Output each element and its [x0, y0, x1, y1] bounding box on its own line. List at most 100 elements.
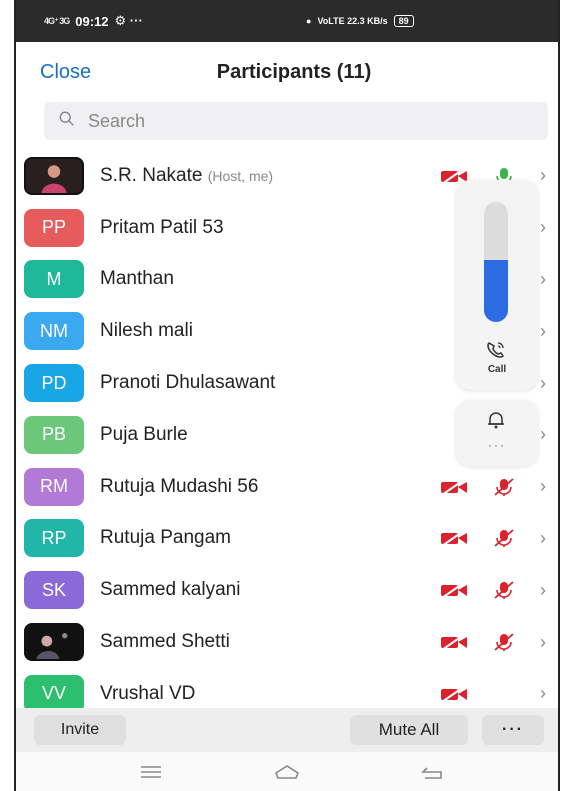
participant-name: Rutuja Pangam	[100, 527, 231, 549]
participant-status-icons: ›	[440, 528, 550, 549]
chevron-right-icon[interactable]: ›	[540, 373, 550, 394]
avatar: PB	[24, 415, 84, 454]
video-off-icon	[440, 477, 468, 496]
back-icon[interactable]	[420, 762, 446, 782]
chevron-right-icon[interactable]: ›	[540, 424, 550, 445]
participant-name-text: Pritam Patil 53	[100, 216, 224, 238]
avatar: RM	[24, 467, 84, 506]
bottom-toolbar: Invite Mute All ···	[16, 708, 558, 752]
avatar: RP	[24, 519, 84, 558]
video-off-icon	[440, 529, 468, 548]
chevron-right-icon[interactable]: ›	[540, 217, 550, 238]
participant-name-text: Vrushal VD	[100, 682, 196, 704]
mic-off-icon	[490, 633, 518, 652]
chevron-right-icon[interactable]: ›	[540, 269, 550, 290]
chevron-right-icon[interactable]: ›	[540, 683, 550, 704]
participant-name: Nilesh mali	[100, 320, 193, 342]
participant-name-text: Puja Burle	[100, 423, 188, 445]
bell-icon[interactable]	[486, 410, 506, 430]
video-off-icon	[440, 633, 468, 651]
avatar	[24, 156, 84, 195]
notification-panel: ···	[456, 400, 538, 466]
participant-status-icons: ›	[440, 683, 550, 704]
avatar: PP	[24, 208, 84, 247]
participant-name-text: Rutuja Mudashi 56	[100, 475, 259, 497]
page-title: Participants (11)	[216, 60, 372, 83]
participant-name-text: S.R. Nakate	[100, 164, 203, 186]
mic-off-icon	[490, 581, 518, 600]
close-button[interactable]: Close	[40, 61, 91, 84]
search-input[interactable]: Search	[44, 102, 548, 140]
participant-status-icons: ›	[540, 424, 550, 445]
system-nav-bar	[16, 752, 558, 791]
participant-status-icons: ›	[440, 476, 550, 497]
participant-name: Sammed Shetti	[100, 631, 230, 653]
participant-row[interactable]: RP Rutuja Pangam ›	[16, 513, 558, 565]
chevron-right-icon[interactable]: ›	[540, 165, 550, 186]
volume-slider[interactable]	[484, 202, 508, 322]
status-left: 4G⁺ 3G 09:12 ⚙ ···	[44, 13, 143, 29]
chevron-right-icon[interactable]: ›	[540, 321, 550, 342]
participant-name: Sammed kalyani	[100, 579, 240, 601]
panel-more-icon[interactable]: ···	[456, 438, 538, 452]
participant-name: Manthan	[100, 268, 174, 290]
participant-name-text: Sammed kalyani	[100, 579, 241, 601]
participant-status-icons: ›	[540, 373, 550, 394]
search-icon	[58, 110, 76, 133]
participant-row[interactable]: Sammed Shetti ›	[16, 616, 558, 668]
participant-name-text: Nilesh mali	[100, 320, 193, 342]
participant-name-text: Manthan	[100, 268, 174, 290]
search-placeholder: Search	[88, 110, 146, 131]
participant-name-text: Rutuja Pangam	[100, 527, 231, 549]
mute-all-button[interactable]: Mute All	[350, 715, 468, 745]
status-extra: ⚙ ···	[114, 13, 143, 28]
participant-name: Rutuja Mudashi 56	[100, 476, 258, 498]
network-speed: VoLTE 22.3 KB/s	[317, 16, 388, 26]
more-options-button[interactable]: ···	[482, 715, 544, 745]
avatar: SK	[24, 571, 84, 610]
app-frame: 4G⁺ 3G 09:12 ⚙ ··· ● VoLTE 22.3 KB/s 89 …	[14, 0, 560, 791]
participant-status-icons: ›	[540, 321, 550, 342]
participant-name-text: Pranoti Dhulasawant	[100, 372, 276, 394]
participant-name: S.R. Nakate (Host, me)	[100, 165, 273, 187]
chevron-right-icon[interactable]: ›	[540, 580, 550, 601]
mic-off-icon	[490, 477, 518, 496]
video-off-icon	[440, 685, 468, 703]
mic-off-icon	[490, 529, 518, 548]
call-label: Call	[487, 364, 507, 375]
participant-row[interactable]: SK Sammed kalyani ›	[16, 564, 558, 616]
participant-status-icons: ›	[440, 632, 550, 653]
audio-controls-panel: Call	[456, 180, 538, 390]
avatar: PD	[24, 364, 84, 403]
participant-status-icons: ›	[540, 217, 550, 238]
volume-fill	[484, 259, 508, 322]
participant-name: Pritam Patil 53	[100, 217, 224, 239]
battery-indicator: 89	[393, 15, 414, 27]
status-time: 09:12	[75, 13, 109, 29]
status-right: ● VoLTE 22.3 KB/s 89	[306, 15, 414, 27]
participant-name: Pranoti Dhulasawant	[100, 372, 275, 394]
chevron-right-icon[interactable]: ›	[540, 528, 550, 549]
status-bar: 4G⁺ 3G 09:12 ⚙ ··· ● VoLTE 22.3 KB/s 89	[16, 0, 558, 42]
phone-call-icon[interactable]	[484, 340, 508, 360]
participant-status-icons: ›	[440, 580, 550, 601]
header: Close Participants (11)	[16, 42, 558, 102]
avatar	[24, 623, 84, 662]
participant-status-icons: ›	[540, 269, 550, 290]
chevron-right-icon[interactable]: ›	[540, 476, 550, 497]
home-icon[interactable]	[274, 762, 300, 782]
chevron-right-icon[interactable]: ›	[540, 632, 550, 653]
participant-name-text: Sammed Shetti	[100, 631, 230, 653]
video-off-icon	[440, 581, 468, 600]
participant-name: Vrushal VD	[100, 683, 195, 705]
mic-placeholder	[490, 685, 518, 703]
avatar: NM	[24, 312, 84, 351]
participant-row[interactable]: RM Rutuja Mudashi 56 ›	[16, 461, 558, 513]
alarm-icon: ●	[306, 16, 312, 26]
invite-button[interactable]: Invite	[34, 715, 126, 745]
signal-icon: 4G⁺ 3G	[44, 15, 70, 26]
recent-apps-icon[interactable]	[138, 762, 164, 782]
host-tag: (Host, me)	[207, 167, 274, 184]
avatar: M	[24, 260, 84, 299]
participant-name: Puja Burle	[100, 424, 188, 446]
